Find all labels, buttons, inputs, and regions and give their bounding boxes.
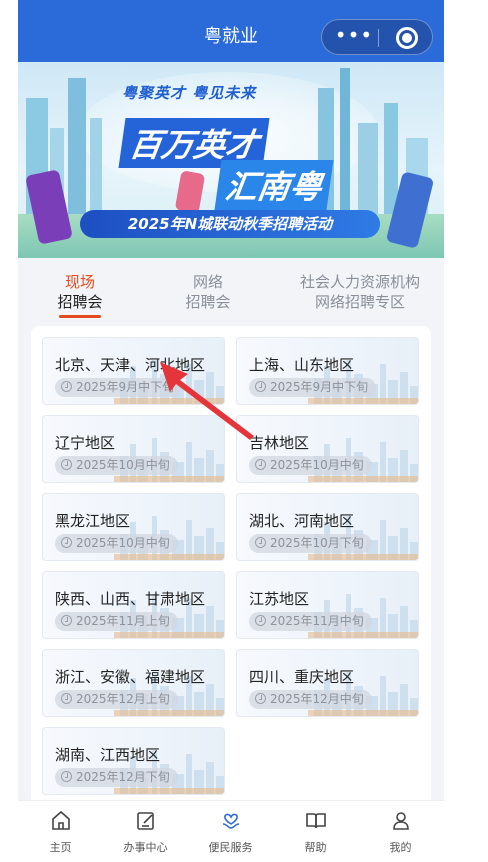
date-text: 2025年12月下旬 [76,770,170,784]
clock-icon [255,615,266,626]
nav-item[interactable]: 我的 [358,809,443,855]
nav-label: 帮助 [304,841,327,854]
edit-icon [134,809,158,833]
banner-headline-2: 汇南粤 [214,160,334,210]
region-card[interactable]: 浙江、安徽、福建地区 2025年12月上旬 [42,649,225,717]
close-mini-program-icon[interactable] [396,27,418,49]
clock-icon [61,693,72,704]
region-date: 2025年10月中旬 [55,456,178,475]
date-text: 2025年9月中下旬 [270,380,369,394]
date-text: 2025年11月中旬 [270,614,364,628]
region-card[interactable]: 黑龙江地区 2025年10月中旬 [42,493,225,561]
date-text: 2025年12月中旬 [270,692,364,706]
category-tabs: 现场 招聘会 网络 招聘会 社会人力资源机构 网络招聘专区 [18,262,444,322]
region-card[interactable]: 湖北、河南地区 2025年10月下旬 [236,493,419,561]
region-card[interactable]: 吉林地区 2025年10月中旬 [236,415,419,483]
region-name: 四川、重庆地区 [249,668,355,686]
more-options-icon[interactable]: ••• [334,24,374,50]
tab-label-line2: 网络招聘专区 [314,293,405,311]
region-name: 江苏地区 [249,590,310,608]
clock-icon [255,693,266,704]
app-page: 粤就业 ••• 粤聚英才 粤见未来 百万英才 汇南粤 2025年N城联动秋季招聘… [18,0,444,862]
date-text: 2025年10月中旬 [76,536,170,550]
tab-online-fair[interactable]: 网络 招聘会 [168,272,248,312]
clock-icon [61,381,72,392]
banner-event-title: 2025年N城联动秋季招聘活动 [80,210,380,238]
person-icon [389,809,413,833]
nav-item[interactable]: 主页 [18,809,103,855]
date-text: 2025年10月中旬 [270,458,364,472]
nav-item[interactable]: 便民服务 [188,809,273,855]
region-name: 吉林地区 [249,434,310,452]
event-banner[interactable]: 粤聚英才 粤见未来 百万英才 汇南粤 2025年N城联动秋季招聘活动 [18,62,444,258]
app-header: 粤就业 ••• [18,0,444,62]
region-card[interactable]: 湖南、江西地区 2025年12月下旬 [42,727,225,795]
annotation-arrow-icon [160,362,254,440]
region-name: 黑龙江地区 [55,512,131,530]
nav-item[interactable]: 办事中心 [103,809,188,855]
region-card[interactable]: 江苏地区 2025年11月中旬 [236,571,419,639]
clock-icon [255,459,266,470]
region-date: 2025年11月上旬 [55,612,178,631]
date-text: 2025年11月上旬 [76,614,170,628]
active-tab-indicator [59,315,101,318]
nav-label: 办事中心 [123,841,168,854]
region-date: 2025年12月下旬 [55,768,178,787]
clock-icon [255,537,266,548]
clock-icon [61,615,72,626]
tab-label-line1: 现场 [64,273,95,291]
clock-icon [61,771,72,782]
date-text: 2025年10月下旬 [270,536,364,550]
clock-icon [61,459,72,470]
region-date: 2025年11月中旬 [249,612,372,631]
bottom-navigation: 主页 办事中心 便民服务 帮助 我的 [18,800,444,862]
date-text: 2025年12月上旬 [76,692,170,706]
tab-onsite-fair[interactable]: 现场 招聘会 [42,272,118,318]
nav-label: 我的 [389,841,412,854]
region-date: 2025年10月下旬 [249,534,372,553]
book-icon [304,809,328,833]
capsule-divider [378,29,379,47]
region-date: 2025年12月上旬 [55,690,178,709]
region-name: 湖北、河南地区 [249,512,355,530]
mini-program-capsule: ••• [321,19,433,55]
region-date: 2025年12月中旬 [249,690,372,709]
region-name: 湖南、江西地区 [55,746,161,764]
tab-hr-agency-zone[interactable]: 社会人力资源机构 网络招聘专区 [290,272,430,312]
nav-label: 便民服务 [208,841,253,854]
region-card[interactable]: 陕西、山西、甘肃地区 2025年11月上旬 [42,571,225,639]
region-name: 浙江、安徽、福建地区 [55,668,206,686]
region-date: 2025年10月中旬 [55,534,178,553]
clock-icon [61,537,72,548]
home-icon [49,809,73,833]
region-date: 2025年10月中旬 [249,456,372,475]
date-text: 2025年10月中旬 [76,458,170,472]
region-card[interactable]: 上海、山东地区 2025年9月中下旬 [236,337,419,405]
tab-label-line2: 招聘会 [57,293,103,311]
nav-item[interactable]: 帮助 [273,809,358,855]
tab-label-line1: 网络 [192,273,223,291]
region-card[interactable]: 四川、重庆地区 2025年12月中旬 [236,649,419,717]
tab-label-line2: 招聘会 [185,293,231,311]
tab-label-line1: 社会人力资源机构 [299,273,420,291]
region-name: 上海、山东地区 [249,356,355,374]
region-name: 辽宁地区 [55,434,116,452]
heart-hand-icon [219,809,243,833]
region-name: 陕西、山西、甘肃地区 [55,590,206,608]
nav-label: 主页 [49,841,72,854]
banner-slogan: 粤聚英才 粤见未来 [122,84,257,102]
region-date: 2025年9月中下旬 [249,378,377,397]
